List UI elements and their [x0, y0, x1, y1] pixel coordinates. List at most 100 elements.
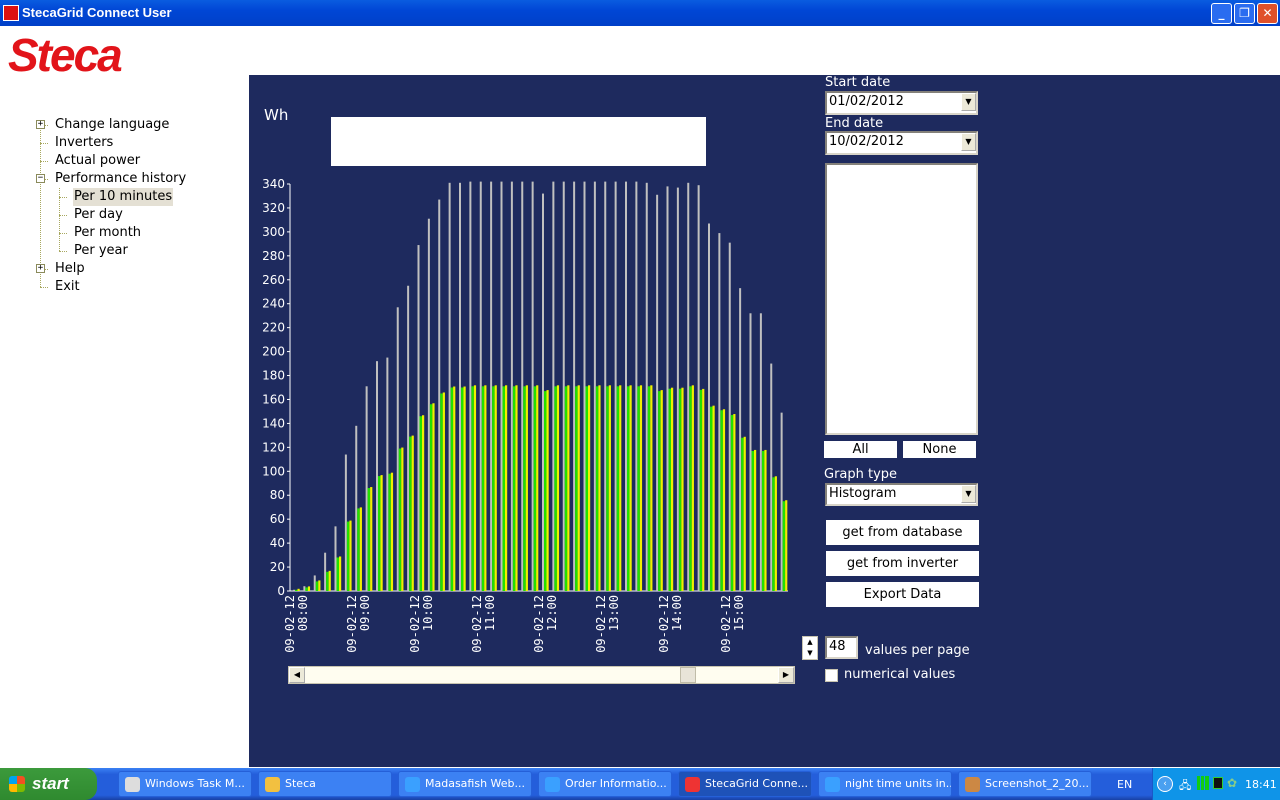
- chevron-left-icon[interactable]: ‹: [1157, 776, 1173, 792]
- graph-type-select[interactable]: Histogram ▼: [825, 483, 978, 506]
- bar-series-1: [531, 181, 534, 591]
- tree-item-per-day[interactable]: Per day: [73, 206, 124, 224]
- bar-series-2-side: [712, 405, 715, 591]
- bar-series-2-side: [733, 414, 736, 591]
- horizontal-scrollbar[interactable]: ◀ ▶: [288, 666, 795, 684]
- y-tick-label: 240: [262, 297, 285, 311]
- tree-line: [40, 287, 48, 288]
- end-date-value: 10/02/2012: [829, 134, 904, 149]
- bar-series-2-side: [536, 385, 539, 591]
- taskbar-button[interactable]: night time units in...: [818, 771, 952, 797]
- x-tick-date: 09-02-12: [469, 595, 484, 653]
- tree-item-actual-power[interactable]: Actual power: [54, 152, 141, 170]
- taskbar-button[interactable]: Windows Task M...: [118, 771, 252, 797]
- bar-series-2-side: [422, 415, 425, 591]
- bar-series-2: [326, 571, 329, 591]
- y-tick-label: 140: [262, 416, 285, 430]
- export-data-button[interactable]: Export Data: [826, 582, 979, 607]
- get-from-database-button[interactable]: get from database: [826, 520, 979, 545]
- security-icon[interactable]: ✿: [1227, 776, 1237, 790]
- x-tick-time: 15:00: [731, 595, 746, 632]
- bar-series-1: [728, 242, 731, 591]
- language-indicator[interactable]: EN: [1117, 778, 1132, 791]
- end-date-picker[interactable]: 10/02/2012 ▼: [825, 131, 978, 155]
- tree-line: [40, 143, 48, 144]
- tree-item-help[interactable]: Help: [54, 260, 86, 278]
- y-tick-label: 20: [270, 560, 285, 574]
- scroll-thumb[interactable]: [679, 667, 696, 683]
- bar-series-2: [606, 386, 609, 591]
- values-per-page-input[interactable]: 48: [825, 636, 858, 659]
- taskbar-button[interactable]: StecaGrid Conne...: [678, 771, 812, 797]
- scroll-right-button[interactable]: ▶: [778, 667, 794, 683]
- bar-series-2: [336, 557, 339, 591]
- expand-icon[interactable]: +: [36, 120, 45, 129]
- bar-series-2: [627, 386, 630, 591]
- tree-item-inverters[interactable]: Inverters: [54, 134, 114, 152]
- bar-series-2-side: [702, 388, 705, 591]
- stepper-down-icon[interactable]: ▼: [803, 648, 817, 659]
- bar-series-2: [357, 508, 360, 591]
- tree-item-per-month[interactable]: Per month: [73, 224, 142, 242]
- ie-icon: [825, 777, 840, 792]
- start-date-picker[interactable]: 01/02/2012 ▼: [825, 91, 978, 115]
- expand-icon[interactable]: +: [36, 264, 45, 273]
- bar-series-2: [367, 488, 371, 591]
- bar-series-2: [689, 386, 692, 591]
- tree-line: [59, 251, 67, 252]
- start-button[interactable]: start: [0, 768, 97, 800]
- bar-series-2: [523, 386, 526, 591]
- bar-series-1: [656, 194, 659, 591]
- select-none-button[interactable]: None: [903, 441, 976, 458]
- title-bar: StecaGrid Connect User _ ❐ ✕: [0, 0, 1280, 26]
- bar-series-2-side: [318, 580, 321, 591]
- numerical-values-checkbox[interactable]: [825, 669, 838, 682]
- bar-series-2: [637, 386, 640, 591]
- y-tick-label: 60: [270, 512, 285, 526]
- bar-series-1: [749, 313, 752, 591]
- tree-line: [59, 197, 67, 198]
- bar-series-2-side: [546, 390, 549, 591]
- collapse-icon[interactable]: −: [36, 174, 45, 183]
- taskbar-button[interactable]: Order Informatio...: [538, 771, 672, 797]
- tree-item-exit[interactable]: Exit: [54, 278, 81, 296]
- select-all-button[interactable]: All: [824, 441, 897, 458]
- signal-icon[interactable]: [1197, 776, 1209, 790]
- bar-series-1: [500, 181, 503, 591]
- tree-item-performance-history[interactable]: Performance history: [54, 170, 187, 188]
- inverter-list[interactable]: [825, 163, 978, 435]
- taskbar-button[interactable]: Steca: [258, 771, 392, 797]
- taskbar-button[interactable]: Madasafish Web...: [398, 771, 532, 797]
- numerical-values-label: numerical values: [844, 667, 956, 682]
- scroll-left-button[interactable]: ◀: [289, 667, 305, 683]
- minimize-button[interactable]: _: [1211, 3, 1232, 24]
- bar-series-1: [583, 181, 586, 591]
- bar-series-2-side: [743, 436, 746, 591]
- bar-series-1: [542, 193, 544, 591]
- taskbar-button-label: Screenshot_2_20...: [985, 777, 1090, 790]
- tree-item-per-10-minutes[interactable]: Per 10 minutes: [73, 188, 174, 206]
- bar-series-2: [710, 406, 713, 591]
- tree-item-change-language[interactable]: Change language: [54, 116, 170, 134]
- get-from-inverter-button[interactable]: get from inverter: [826, 551, 979, 576]
- tree-item-per-year[interactable]: Per year: [73, 242, 129, 260]
- close-button[interactable]: ✕: [1257, 3, 1278, 24]
- bar-series-2-side: [629, 385, 632, 591]
- bar-series-1: [521, 181, 524, 591]
- network-icon[interactable]: 🖧: [1179, 777, 1191, 796]
- bar-series-1: [427, 218, 430, 591]
- y-tick-label: 80: [270, 488, 285, 502]
- bar-series-1: [448, 182, 451, 591]
- values-stepper[interactable]: ▲ ▼: [802, 636, 818, 660]
- stepper-up-icon[interactable]: ▲: [803, 637, 817, 648]
- bar-series-1: [708, 223, 710, 592]
- chevron-down-icon[interactable]: ▼: [961, 485, 976, 503]
- window-title: StecaGrid Connect User: [22, 5, 172, 20]
- chevron-down-icon[interactable]: ▼: [961, 93, 976, 111]
- bar-series-2-side: [453, 386, 456, 591]
- taskbar-button[interactable]: Screenshot_2_20...: [958, 771, 1092, 797]
- chevron-down-icon[interactable]: ▼: [961, 133, 976, 151]
- battery-icon[interactable]: [1213, 777, 1223, 789]
- restore-button[interactable]: ❐: [1234, 3, 1255, 24]
- bar-series-1: [676, 187, 679, 591]
